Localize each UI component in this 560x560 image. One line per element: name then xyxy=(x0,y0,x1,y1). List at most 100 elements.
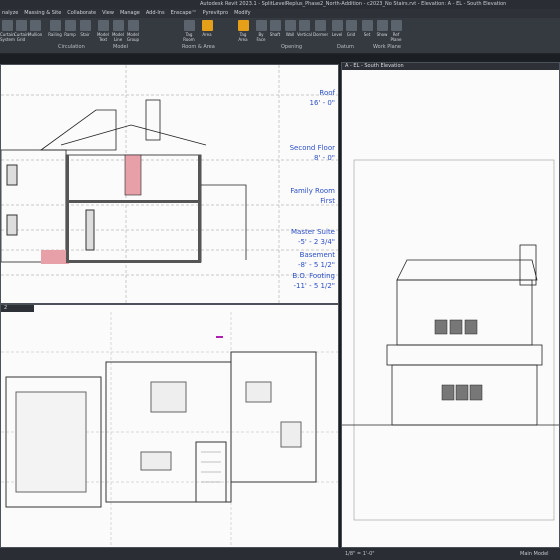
tool-label: Dormer xyxy=(313,32,329,37)
ref-plane-icon xyxy=(390,20,402,31)
tool-label: Vertical xyxy=(297,32,312,37)
grid-button[interactable]: Grid xyxy=(344,20,358,37)
tag-room-button[interactable]: Tag Room xyxy=(182,20,196,42)
by-face-button[interactable]: By Face xyxy=(254,20,268,42)
tool-label: Show xyxy=(376,32,388,37)
level-roof-name: Roof xyxy=(319,89,335,97)
tool-label: Level xyxy=(331,32,343,37)
group-work-plane: Work Plane xyxy=(373,44,401,50)
by-face-icon xyxy=(255,20,267,31)
tool-label: By Face xyxy=(256,32,266,42)
elevation-drawing xyxy=(342,159,559,521)
tab-massing-site[interactable]: Massing & Site xyxy=(24,9,61,18)
curtain-grid-icon xyxy=(15,20,27,31)
group-model: Model xyxy=(113,44,129,50)
tool-label: Tag Room xyxy=(183,32,195,42)
level-family-room-name: Family Room xyxy=(290,187,335,195)
model-selector[interactable]: Main Model xyxy=(520,548,549,560)
tag-area-button[interactable]: Tag Area xyxy=(236,20,250,42)
stair-button[interactable]: Stair xyxy=(78,20,92,37)
group-opening: Opening xyxy=(281,44,303,50)
level-icon xyxy=(331,20,343,31)
tab-add-ins[interactable]: Add-Ins xyxy=(146,9,165,18)
tab-view[interactable]: View xyxy=(102,9,114,18)
curtain-grid-button[interactable]: Curtain Grid xyxy=(14,20,29,42)
show-button[interactable]: Show xyxy=(375,20,389,37)
set-icon xyxy=(361,20,373,31)
tab-collaborate[interactable]: Collaborate xyxy=(67,9,96,18)
section-view[interactable]: Roof 16' - 0" Second Floor 8' - 0" Famil… xyxy=(0,64,339,304)
tab-enscape[interactable]: Enscape™ xyxy=(171,9,197,18)
railing-button[interactable]: Railing xyxy=(48,20,62,37)
level-second-floor-elev: 8' - 0" xyxy=(314,154,335,162)
group-circulation: Circulation xyxy=(58,44,85,50)
tool-label: Model Group xyxy=(126,32,140,42)
tool-label: Mullion xyxy=(28,32,43,37)
tool-label: Area xyxy=(202,32,212,37)
status-bar: 1/8" = 1'-0" Main Model xyxy=(0,548,560,560)
dormer-button[interactable]: Dormer xyxy=(313,20,329,37)
ramp-icon xyxy=(64,20,76,31)
model-group-button[interactable]: Model Group xyxy=(126,20,140,42)
vertical-opening-button[interactable]: Vertical xyxy=(297,20,312,37)
tab-modify[interactable]: Modify xyxy=(234,9,251,18)
tag-area-icon xyxy=(237,20,249,31)
shaft-icon xyxy=(269,20,281,31)
shaft-button[interactable]: Shaft xyxy=(268,20,282,37)
group-room-area: Room & Area xyxy=(182,44,215,50)
tab-analyze[interactable]: nalyze xyxy=(2,9,18,18)
mullion-button[interactable]: Mullion xyxy=(28,20,42,37)
plan-drawing xyxy=(1,312,338,547)
elevation-view-tab[interactable]: A - EL - South Elevation xyxy=(342,63,559,70)
scale-readout[interactable]: 1/8" = 1'-0" xyxy=(345,548,375,560)
level-basement-elev: -8' - 5 1/2" xyxy=(298,261,335,269)
model-group-icon xyxy=(127,20,139,31)
tag-room-icon xyxy=(183,20,195,31)
floor-plan-view[interactable]: 2 xyxy=(0,304,339,548)
curtain-system-button[interactable]: Curtain System xyxy=(0,20,15,42)
tool-label: Model Text xyxy=(96,32,109,42)
level-basement-name: Basement xyxy=(300,251,336,259)
model-line-button[interactable]: Model Line xyxy=(111,20,125,42)
set-button[interactable]: Set xyxy=(360,20,374,37)
level-family-room-elev: First xyxy=(320,197,335,205)
tool-label: Ref Plane xyxy=(390,32,402,42)
level-button[interactable]: Level xyxy=(330,20,344,37)
stair-icon xyxy=(79,20,91,31)
tool-label: Set xyxy=(363,32,371,37)
dormer-icon xyxy=(314,20,326,31)
mullion-icon xyxy=(29,20,41,31)
ribbon-tabs: nalyze Massing & Site Collaborate View M… xyxy=(0,9,560,18)
level-footing-name: B.O. Footing xyxy=(292,272,335,280)
railing-icon xyxy=(49,20,61,31)
window-title: Autodesk Revit 2023.1 - SplitLevelReplus… xyxy=(200,1,507,7)
elevation-view-tab-label: A - EL - South Elevation xyxy=(345,63,404,69)
plan-view-tab-label: 2 xyxy=(4,305,8,311)
tab-manage[interactable]: Manage xyxy=(120,9,140,18)
section-drawing: Roof 16' - 0" Second Floor 8' - 0" Famil… xyxy=(1,65,338,303)
level-roof-elev: 16' - 0" xyxy=(310,99,335,107)
tool-label: Grid xyxy=(346,32,356,37)
ribbon-panel: Curtain System Curtain Grid Mullion Rail… xyxy=(0,18,560,54)
tool-label: Curtain System xyxy=(0,32,15,42)
tool-label: Shaft xyxy=(269,32,281,37)
level-footing-elev: -11' - 5 1/2" xyxy=(294,282,336,290)
model-line-icon xyxy=(112,20,124,31)
ramp-button[interactable]: Ramp xyxy=(63,20,77,37)
tool-label: Wall xyxy=(285,32,295,37)
plan-view-tab[interactable]: 2 xyxy=(1,305,34,312)
wall-opening-button[interactable]: Wall xyxy=(283,20,297,37)
level-second-floor-name: Second Floor xyxy=(290,144,336,152)
model-text-icon xyxy=(97,20,109,31)
tool-label: Tag Area xyxy=(238,32,248,42)
model-text-button[interactable]: Model Text xyxy=(96,20,110,42)
vertical-opening-icon xyxy=(298,20,310,31)
area-button[interactable]: Area xyxy=(200,20,214,37)
group-datum: Datum xyxy=(337,44,354,50)
curtain-system-icon xyxy=(1,20,13,31)
ref-plane-button[interactable]: Ref Plane xyxy=(389,20,403,42)
tab-pyrevitpro[interactable]: Pyrevitpro xyxy=(203,9,228,18)
south-elevation-view[interactable]: A - EL - South Elevation xyxy=(341,62,560,548)
tool-label: Stair xyxy=(80,32,90,37)
tool-label: Model Line xyxy=(111,32,124,42)
